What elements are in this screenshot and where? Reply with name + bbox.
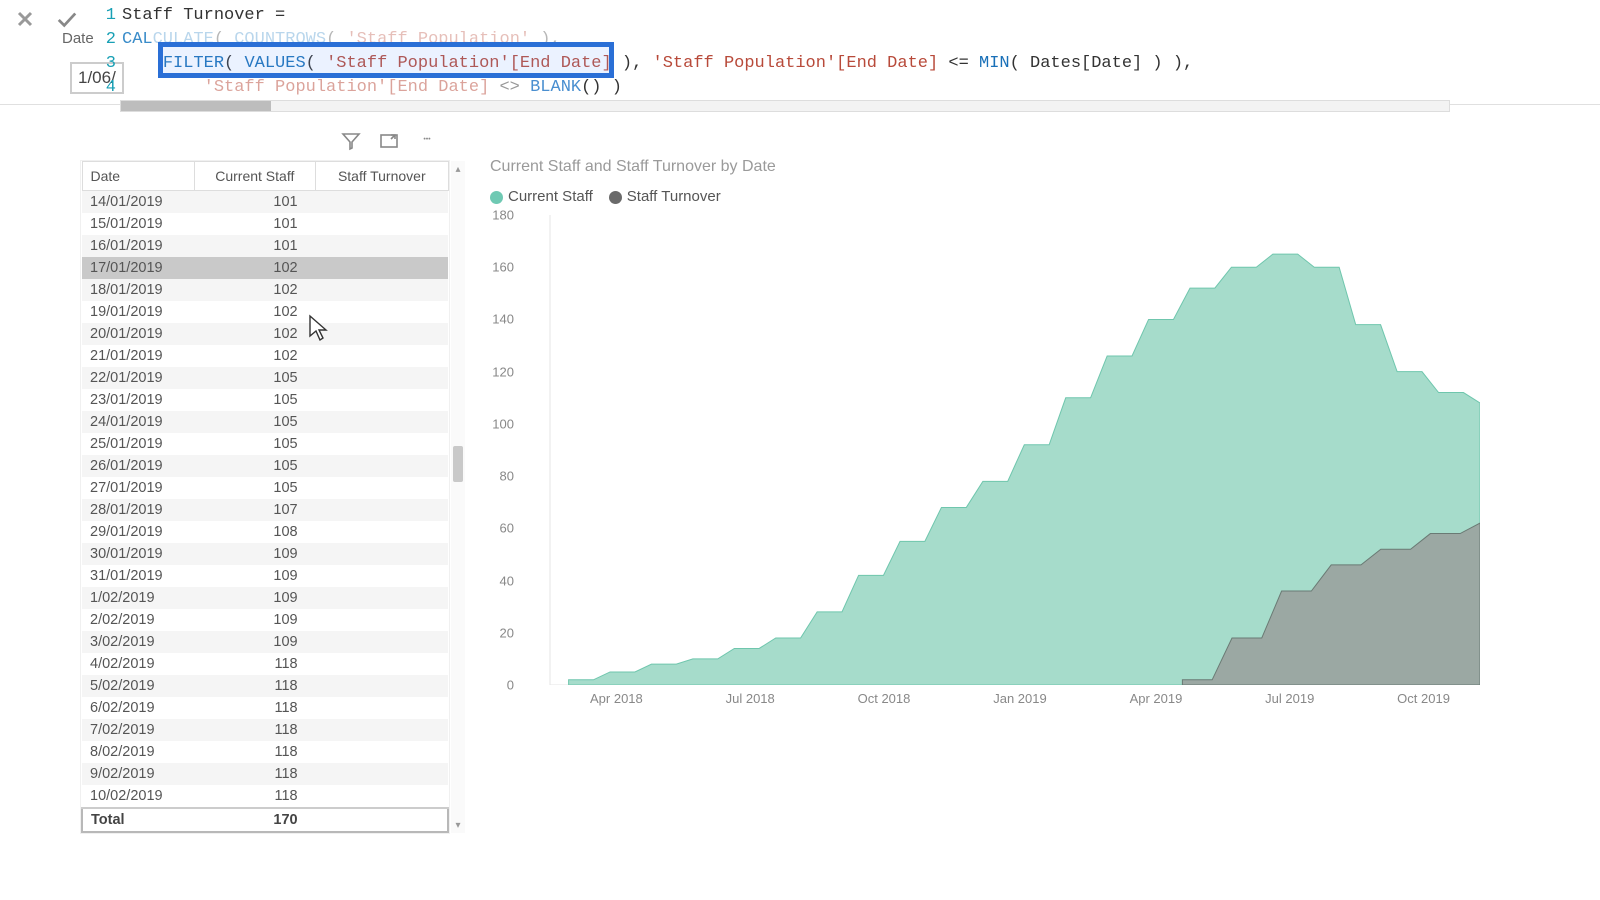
scroll-up-arrow[interactable]: ▴ [451,161,465,177]
col-header-date[interactable]: Date [82,162,194,191]
table-row[interactable]: 16/01/2019101 [82,235,448,257]
col-header-current-staff[interactable]: Current Staff [194,162,316,191]
table-row[interactable]: 31/01/2019109 [82,565,448,587]
filter-icon[interactable] [340,130,362,152]
legend-swatch-teal [490,191,503,204]
peek-column-label: Date [62,30,94,47]
visual-header-toolbar [340,130,438,152]
table-row[interactable]: 30/01/2019109 [82,543,448,565]
table-row[interactable]: 18/01/2019102 [82,279,448,301]
formula-bar: Date 1/06/ 1Staff Turnover = 2CALCULATE(… [0,0,1600,105]
scrollbar-thumb[interactable] [121,101,271,111]
chart-x-axis-labels: Apr 2018Jul 2018Oct 2018Jan 2019Apr 2019… [520,685,1480,706]
table-row[interactable]: 21/01/2019102 [82,345,448,367]
table-row[interactable]: 20/01/2019102 [82,323,448,345]
table-header-row: Date Current Staff Staff Turnover [82,162,448,191]
table-row[interactable]: 14/01/2019101 [82,191,448,214]
table-total-row: Total 170 [82,808,448,832]
table-row[interactable]: 15/01/2019101 [82,213,448,235]
scrollbar-thumb[interactable] [453,446,463,482]
table-row[interactable]: 6/02/2019118 [82,697,448,719]
table-row[interactable]: 19/01/2019102 [82,301,448,323]
chart-plot-area[interactable]: Apr 2018Jul 2018Oct 2018Jan 2019Apr 2019… [520,215,1480,685]
more-options-icon[interactable] [416,130,438,152]
chart-legend: Current Staff Staff Turnover [490,188,1490,205]
table-row[interactable]: 28/01/2019107 [82,499,448,521]
table-vertical-scrollbar[interactable]: ▴ ▾ [451,161,465,833]
table-row[interactable]: 17/01/2019102 [82,257,448,279]
table-row[interactable]: 29/01/2019108 [82,521,448,543]
table-row[interactable]: 27/01/2019105 [82,477,448,499]
table-row[interactable]: 7/02/2019118 [82,719,448,741]
cancel-formula-button[interactable] [14,8,36,30]
table-row[interactable]: 22/01/2019105 [82,367,448,389]
scroll-down-arrow[interactable]: ▾ [451,817,465,833]
chart-title: Current Staff and Staff Turnover by Date [490,158,1490,176]
commit-formula-button[interactable] [56,8,78,30]
table-row[interactable]: 1/02/2019109 [82,587,448,609]
data-table-visual[interactable]: Date Current Staff Staff Turnover 14/01/… [80,160,450,834]
table-row[interactable]: 25/01/2019105 [82,433,448,455]
table-row[interactable]: 10/02/2019118 [82,785,448,808]
table-row[interactable]: 26/01/2019105 [82,455,448,477]
formula-horizontal-scrollbar[interactable] [120,100,1450,112]
col-header-staff-turnover[interactable]: Staff Turnover [316,162,448,191]
table-row[interactable]: 9/02/2019118 [82,763,448,785]
table-row[interactable]: 24/01/2019105 [82,411,448,433]
table-row[interactable]: 5/02/2019118 [82,675,448,697]
table-row[interactable]: 8/02/2019118 [82,741,448,763]
legend-swatch-dark [609,191,622,204]
legend-item-current-staff[interactable]: Current Staff [490,188,593,205]
legend-item-staff-turnover[interactable]: Staff Turnover [609,188,721,205]
area-chart-visual[interactable]: Current Staff and Staff Turnover by Date… [490,158,1490,685]
table-row[interactable]: 2/02/2019109 [82,609,448,631]
table-row[interactable]: 4/02/2019118 [82,653,448,675]
focus-mode-icon[interactable] [378,130,400,152]
dax-editor[interactable]: 1Staff Turnover = 2CALCULATE( COUNTROWS(… [104,4,1193,100]
table-row[interactable]: 3/02/2019109 [82,631,448,653]
table-row[interactable]: 23/01/2019105 [82,389,448,411]
